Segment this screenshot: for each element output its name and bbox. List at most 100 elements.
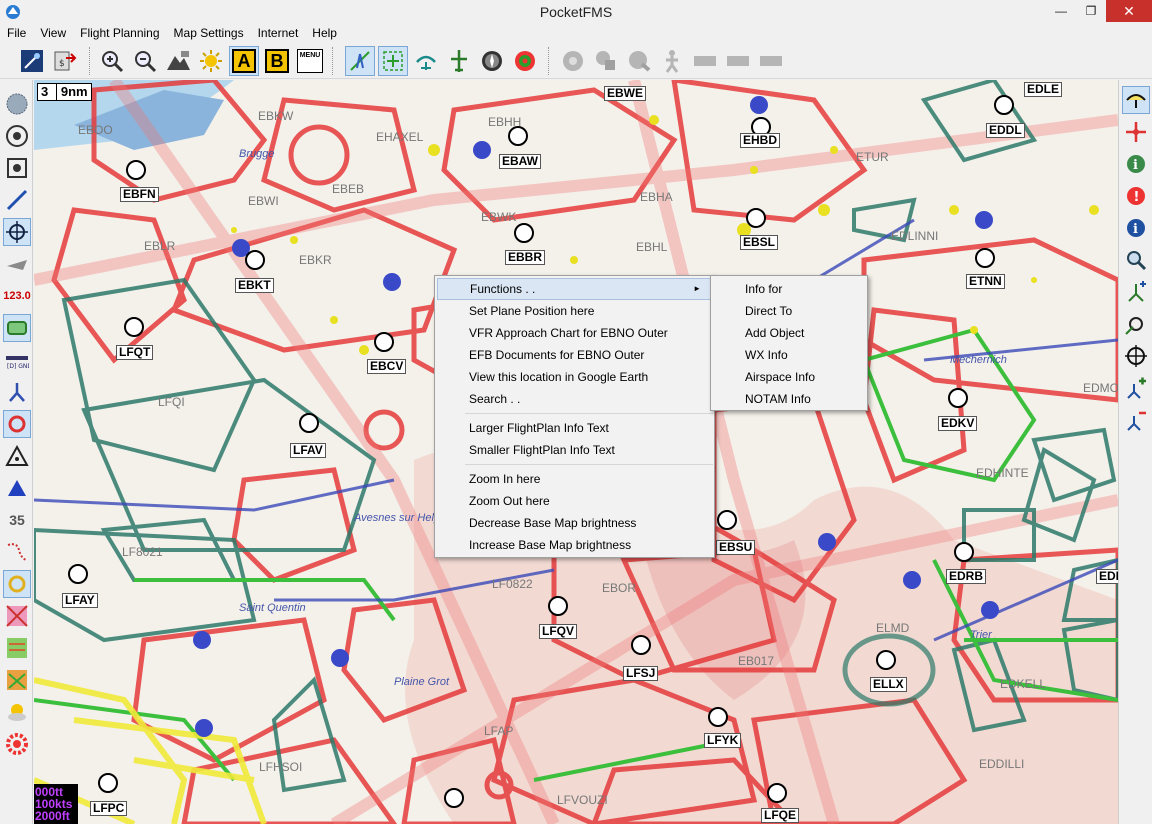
map-layer-icon[interactable] (3, 602, 31, 630)
menu-zoom-in[interactable]: Zoom In here (437, 468, 712, 490)
menu-larger-flightplan-text[interactable]: Larger FlightPlan Info Text (437, 417, 712, 439)
waypoint-label[interactable]: LFYK (704, 733, 742, 748)
center-plane-icon[interactable] (378, 46, 408, 76)
target-crosshair-icon[interactable] (1122, 342, 1150, 370)
menu-vfr-approach-chart[interactable]: VFR Approach Chart for EBNO Outer (437, 322, 712, 344)
menu-efb-documents[interactable]: EFB Documents for EBNO Outer (437, 344, 712, 366)
menu-set-plane-position[interactable]: Set Plane Position here (437, 300, 712, 322)
waypoint-label[interactable]: EDDL (986, 123, 1025, 138)
plane-icon[interactable] (444, 46, 474, 76)
waypoint-label[interactable]: EHAXEL (374, 131, 425, 144)
waypoint-label[interactable]: EB017 (736, 655, 776, 668)
waypoint-label[interactable]: EHBD (740, 133, 781, 148)
sync-icon[interactable]: $ (50, 46, 80, 76)
notam-icon[interactable]: i (1122, 214, 1150, 242)
radar-icon[interactable] (3, 90, 31, 118)
maximize-button[interactable]: ❐ (1076, 0, 1106, 22)
waypoint-label[interactable]: EDDILLI (977, 758, 1026, 771)
waypoint-label[interactable]: EBKW (256, 110, 295, 123)
crosshair-icon[interactable] (3, 218, 31, 246)
gps-icon[interactable] (17, 46, 47, 76)
menu-increase-brightness[interactable]: Increase Base Map brightness (437, 534, 712, 556)
circle-icon[interactable] (3, 410, 31, 438)
minimize-button[interactable]: — (1046, 0, 1076, 22)
layer-a-button[interactable]: A (229, 46, 259, 76)
ndb-icon[interactable] (3, 154, 31, 182)
ring-icon[interactable] (3, 570, 31, 598)
close-button[interactable]: ✕ (1106, 0, 1152, 22)
menu-flight-planning[interactable]: Flight Planning (73, 24, 166, 43)
frequency-icon[interactable] (3, 314, 31, 342)
waypoint-label[interactable]: EDRB (946, 569, 987, 584)
path-icon[interactable] (3, 538, 31, 566)
menu-google-earth[interactable]: View this location in Google Earth (437, 366, 712, 388)
submenu-add-object[interactable]: Add Object (713, 322, 865, 344)
move-icon[interactable] (1122, 118, 1150, 146)
waypoint-label[interactable]: LFAV (290, 443, 326, 458)
waypoint-label[interactable]: EBBR (505, 250, 546, 265)
vor-icon[interactable] (3, 122, 31, 150)
brightness-icon[interactable] (196, 46, 226, 76)
altitude-icon[interactable]: 123.0 (3, 282, 31, 310)
waypoint-label[interactable]: LFVOUZI (555, 794, 610, 807)
waypoint-label[interactable]: EDHINTE (974, 467, 1031, 480)
waypoint-label[interactable]: ETNN (966, 274, 1005, 289)
search-map-icon[interactable] (1122, 246, 1150, 274)
waypoint-label[interactable]: EBSL (740, 235, 779, 250)
waypoint-label[interactable]: EBKR (297, 254, 334, 267)
aircraft-icon[interactable] (3, 250, 31, 278)
waypoint-label[interactable]: LFPC (90, 801, 128, 816)
map-scale[interactable]: 3 9nm (37, 83, 92, 101)
windsock-icon[interactable] (3, 378, 31, 406)
submenu-wx-info[interactable]: WX Info (713, 344, 865, 366)
waypoint-label[interactable]: EBAW (499, 154, 541, 169)
weather-icon[interactable] (3, 698, 31, 726)
menu-smaller-flightplan-text[interactable]: Smaller FlightPlan Info Text (437, 439, 712, 461)
waypoint-label[interactable]: EBCV (367, 359, 407, 374)
vfr-layer-icon[interactable] (3, 666, 31, 694)
waypoint-label[interactable]: EBKT (235, 278, 274, 293)
waypoint-label[interactable]: EBEB (330, 183, 366, 196)
waypoint-label[interactable]: EBOO (76, 124, 115, 137)
waypoint-label[interactable]: LFSJ (623, 666, 659, 681)
waypoint-label[interactable]: LFHSOI (257, 761, 304, 774)
ground-icon[interactable]: [D] GND (3, 346, 31, 374)
waypoint-label[interactable]: LFQE (761, 808, 799, 823)
menu-internet[interactable]: Internet (251, 24, 306, 43)
route-icon[interactable] (3, 186, 31, 214)
waypoint-label[interactable]: LFAY (62, 593, 98, 608)
waypoint-label[interactable]: EBHL (634, 241, 669, 254)
warning-triangle-icon[interactable] (3, 442, 31, 470)
direct-to-icon[interactable] (1122, 310, 1150, 338)
compass-icon[interactable] (477, 46, 507, 76)
waypoint-label[interactable]: ETUR (854, 151, 891, 164)
menu-functions[interactable]: Functions . . ► (437, 278, 712, 300)
menu-help[interactable]: Help (305, 24, 344, 43)
waypoint-label[interactable]: ELLX (870, 677, 907, 692)
waypoint-label[interactable]: EBWE (604, 86, 646, 101)
waypoint-label[interactable]: EDMO (1081, 382, 1118, 395)
terrain-layer-icon[interactable] (3, 634, 31, 662)
menu-map-settings[interactable]: Map Settings (167, 24, 251, 43)
waypoint-label[interactable]: EBFN (120, 187, 159, 202)
number-icon[interactable]: 35 (3, 506, 31, 534)
waypoint-label[interactable]: EBSU (716, 540, 756, 555)
add-waypoint-icon[interactable] (1122, 374, 1150, 402)
waypoint-label[interactable]: EDKV (938, 416, 978, 431)
layer-b-button[interactable]: B (262, 46, 292, 76)
waypoint-label[interactable]: LF8021 (120, 546, 165, 559)
alert-icon[interactable]: ! (1122, 182, 1150, 210)
triangle-icon[interactable] (3, 474, 31, 502)
waypoint-label[interactable]: EDF (1096, 569, 1118, 584)
horizon-view-icon[interactable] (1122, 86, 1150, 114)
submenu-info-for[interactable]: Info for (713, 278, 865, 300)
waypoint-label[interactable]: LFAP (482, 725, 515, 738)
waypoint-label[interactable]: EBWI (246, 195, 281, 208)
waypoint-label[interactable]: LF0822 (490, 578, 535, 591)
waypoint-label[interactable]: ELMD (874, 622, 911, 635)
waypoint-label[interactable]: EDKELL (998, 678, 1048, 691)
menu-view[interactable]: View (33, 24, 73, 43)
horizon-icon[interactable] (411, 46, 441, 76)
menu-zoom-out[interactable]: Zoom Out here (437, 490, 712, 512)
submenu-airspace-info[interactable]: Airspace Info (713, 366, 865, 388)
